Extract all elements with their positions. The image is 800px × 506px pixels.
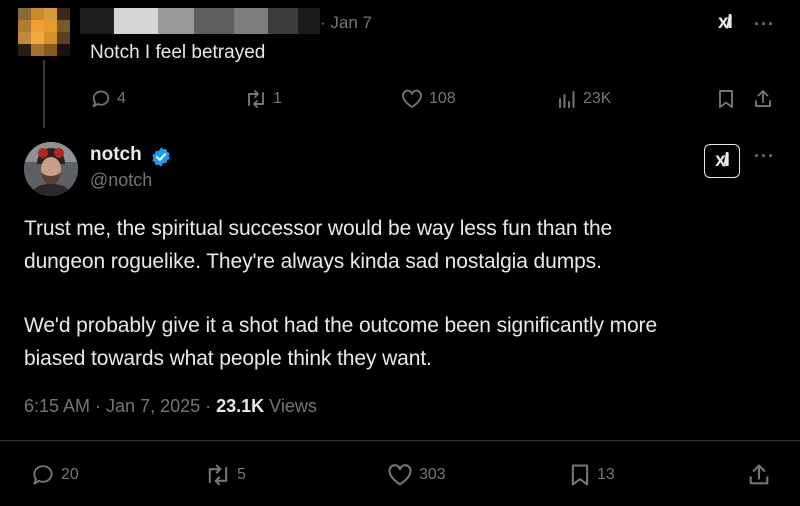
repost-count: 5 xyxy=(237,466,246,483)
reply-button[interactable]: 4 xyxy=(90,88,126,110)
user-handle[interactable]: @notch xyxy=(90,170,152,191)
like-icon xyxy=(388,464,412,486)
tweet-text-line: biased towards what people think they wa… xyxy=(24,347,432,370)
parent-date[interactable]: · Jan 7 xyxy=(320,13,372,33)
share-icon xyxy=(749,464,769,485)
repost-icon xyxy=(208,464,228,486)
bookmark-button[interactable] xyxy=(716,88,736,110)
bookmark-count: 13 xyxy=(597,466,615,483)
reply-count: 20 xyxy=(61,466,79,483)
like-button[interactable]: 108 xyxy=(400,88,456,110)
like-count: 108 xyxy=(429,90,456,107)
more-options-icon[interactable]: ··· xyxy=(754,14,775,35)
bookmark-button[interactable]: 13 xyxy=(568,462,615,488)
repost-button[interactable]: 5 xyxy=(204,462,246,488)
profile-photo-icon xyxy=(24,142,78,196)
avatar[interactable] xyxy=(24,142,78,196)
thread-connector-line xyxy=(43,60,45,128)
blurred-username[interactable] xyxy=(80,8,320,34)
views-count: 23.1K xyxy=(216,396,265,416)
tweet-text-line: We'd probably give it a shot had the out… xyxy=(24,314,658,337)
divider xyxy=(0,440,800,441)
verified-badge-icon[interactable] xyxy=(150,146,172,168)
display-name[interactable]: notch xyxy=(90,144,142,166)
bookmark-icon xyxy=(719,90,733,108)
tweet-text-line: Trust me, the spiritual successor would … xyxy=(24,217,613,240)
reply-icon xyxy=(92,90,110,108)
share-button[interactable] xyxy=(746,462,772,488)
tweet-meta: 6:15 AM · Jan 7, 2025 · 23.1K Views xyxy=(24,396,317,417)
tweet-text-line: dungeon roguelike. They're always kinda … xyxy=(24,250,602,273)
repost-button[interactable]: 1 xyxy=(244,88,282,110)
like-icon xyxy=(402,89,422,108)
share-button[interactable] xyxy=(752,88,774,110)
views-label: Views xyxy=(264,396,317,416)
blurred-avatar[interactable] xyxy=(18,8,70,56)
grok-icon[interactable]: x̸I xyxy=(704,144,740,178)
grok-icon[interactable]: x̸I xyxy=(718,12,733,34)
views-icon xyxy=(559,91,575,108)
repost-count: 1 xyxy=(273,90,282,107)
parent-tweet-text: Notch I feel betrayed xyxy=(90,42,266,63)
like-count: 303 xyxy=(419,466,446,483)
bookmark-icon xyxy=(571,464,589,486)
reply-button[interactable]: 20 xyxy=(30,462,79,488)
reply-icon xyxy=(33,465,53,485)
reply-count: 4 xyxy=(117,90,126,107)
tweet-timestamp[interactable]: 6:15 AM · Jan 7, 2025 · xyxy=(24,396,216,416)
share-icon xyxy=(755,90,771,107)
repost-icon xyxy=(248,90,264,108)
more-options-icon[interactable]: ··· xyxy=(754,146,775,167)
like-button[interactable]: 303 xyxy=(386,462,446,488)
views-button[interactable]: 23K xyxy=(556,88,611,110)
views-count: 23K xyxy=(583,90,612,107)
